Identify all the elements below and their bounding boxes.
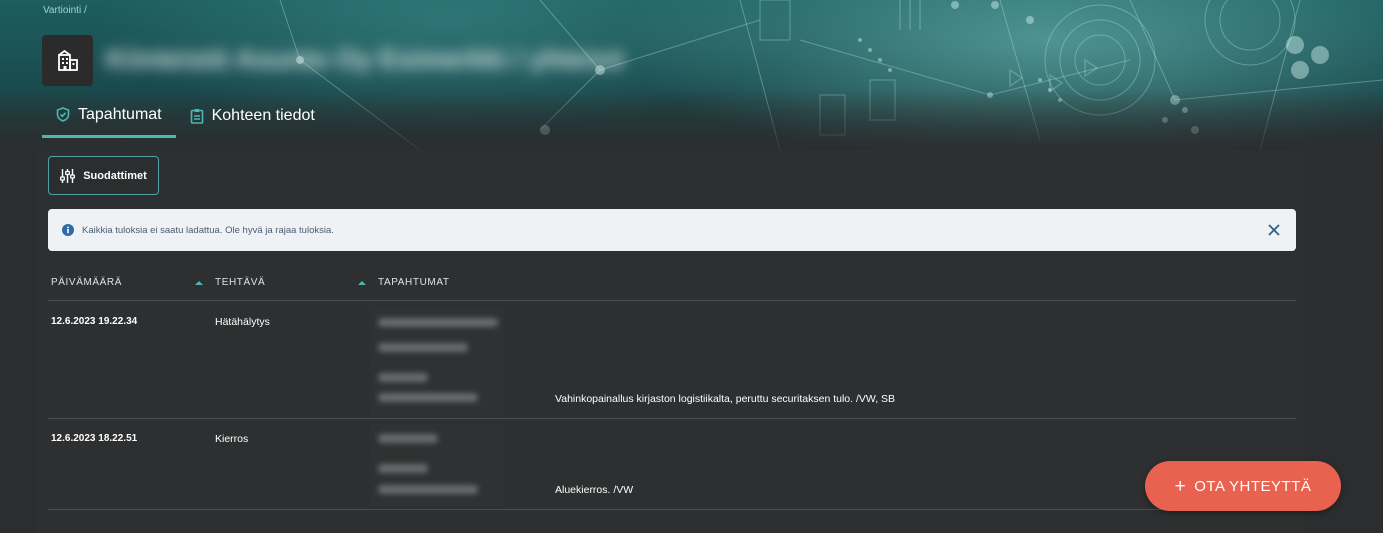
clipboard-icon [190,109,203,124]
redacted-line [378,434,438,443]
redacted-event-details [370,424,505,506]
column-header-events[interactable]: TAPAHTUMAT [378,277,450,288]
redacted-event-details [370,306,505,416]
tab-tapahtumat[interactable]: Tapahtumat [42,98,176,138]
row-divider [48,509,1296,510]
contact-button[interactable]: + OTA YHTEYTTÄ [1145,461,1341,511]
sliders-icon [60,168,76,183]
redacted-line [378,343,468,352]
page-title: Kiinteistö Asunto Oy Esimerkki / yhteisö [106,44,625,74]
row-description: Aluekierros. /VW [555,484,634,496]
info-alert: Kaikkia tuloksia ei saatu ladattua. Ole … [48,209,1296,251]
redacted-line [378,393,478,402]
building-icon [42,35,93,86]
sort-ascending-icon[interactable] [195,281,203,285]
info-icon [62,224,74,236]
row-divider [48,418,1296,419]
redacted-line [378,373,428,382]
row-task: Hätähälytys [215,316,270,328]
tab-kohteen-tiedot[interactable]: Kohteen tiedot [176,98,329,138]
shield-check-icon [56,107,70,122]
sort-ascending-icon[interactable] [358,281,366,285]
plus-icon: + [1174,475,1187,497]
row-description: Vahinkopainallus kirjaston logistiikalta… [555,393,896,405]
tab-label: Tapahtumat [78,105,162,123]
redacted-line [378,485,478,494]
close-icon[interactable] [1266,222,1282,238]
redacted-line [378,464,428,473]
alert-message: Kaikkia tuloksia ei saatu ladattua. Ole … [82,224,334,236]
column-header-date[interactable]: PÄIVÄMÄÄRÄ [51,277,122,288]
redacted-line [378,318,498,327]
content-panel [36,150,1304,533]
tab-label: Kohteen tiedot [211,107,315,124]
column-header-task[interactable]: TEHTÄVÄ [215,277,265,288]
filters-button[interactable]: Suodattimet [48,156,159,195]
breadcrumb[interactable]: Vartiointi / [43,5,87,16]
filters-label: Suodattimet [83,169,147,182]
row-date: 12.6.2023 18.22.51 [51,433,138,444]
contact-label: OTA YHTEYTTÄ [1194,477,1312,495]
row-date: 12.6.2023 19.22.34 [51,316,138,327]
header-divider [48,300,1296,301]
tab-bar: Tapahtumat Kohteen tiedot [42,98,329,138]
row-task: Kierros [215,433,249,445]
